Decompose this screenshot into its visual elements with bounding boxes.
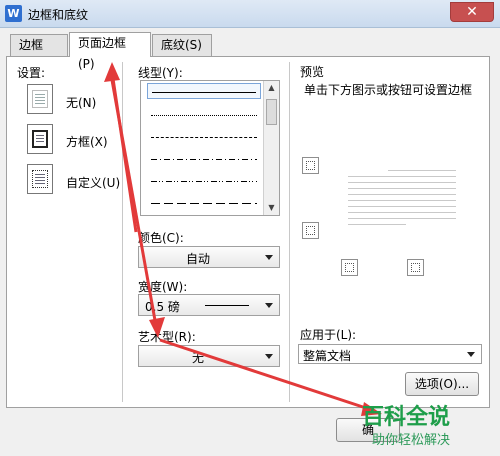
- annotation-arrowhead: [149, 317, 165, 338]
- tab-page-borders[interactable]: 页面边框(P): [69, 32, 151, 71]
- annotation-arrow-line: [110, 79, 158, 327]
- annotation-arrow-line: [159, 338, 373, 412]
- watermark: 百科全说 助你轻松解决: [362, 395, 500, 456]
- annotation-arrowhead: [104, 62, 120, 82]
- watermark-logo: 百科全说: [362, 405, 451, 430]
- watermark-subtitle: 助你轻松解决: [372, 433, 451, 448]
- annotation-arrows: [104, 62, 382, 416]
